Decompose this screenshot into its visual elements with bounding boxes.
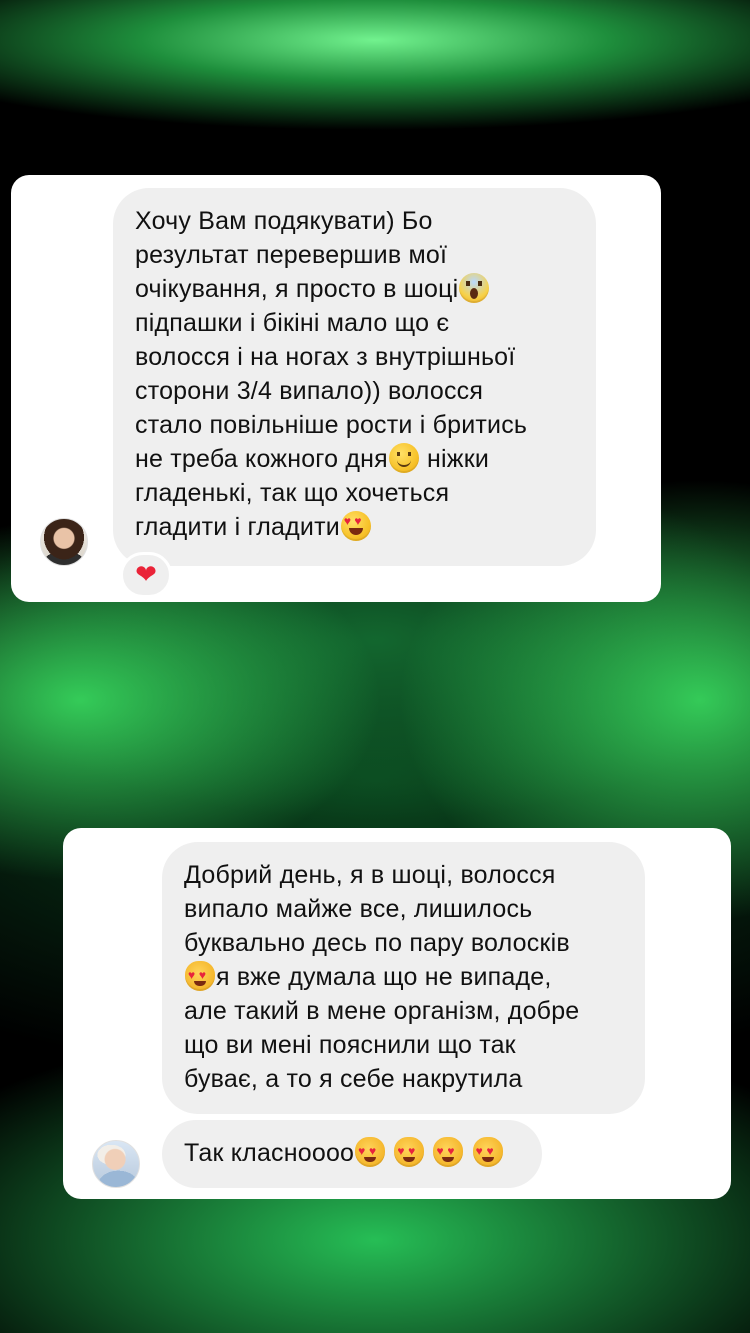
heart-eyes-cat-emoji-icon: [433, 1137, 464, 1167]
message-line: підпашки і бікіні мало що є: [135, 309, 450, 337]
heart-eyes-cat-emoji-icon: [185, 961, 215, 991]
message-line-text: Так класноооо: [184, 1139, 355, 1167]
message-line-with-emoji: не треба кожного дня ніжки: [135, 442, 576, 476]
message-line-with-emoji: Так класноооо: [184, 1136, 522, 1170]
message-line-text: не треба кожного дня: [135, 445, 388, 473]
message-line: буквально десь по пару волосків: [184, 929, 570, 957]
message-line-text: я вже думала що не випаде,: [216, 963, 552, 991]
slight-smile-emoji-icon: [388, 443, 419, 473]
message-line-text: очікування, я просто в шоці: [135, 275, 459, 303]
message-line: Добрий день, я в шоці, волосся: [184, 861, 556, 889]
message-bubble-1: Хочу Вам подякувати) Бо результат переве…: [113, 188, 596, 566]
heart-eyes-cat-emoji-icon: [472, 1137, 503, 1167]
message-line: сторони 3/4 випало)) волосся: [135, 377, 484, 405]
message-line: гладенькі, так що хочеться: [135, 479, 450, 507]
message-line: але такий в мене організм, добре: [184, 997, 580, 1025]
message-bubble-2: Добрий день, я в шоці, волосся випало ма…: [162, 842, 645, 1114]
heart-eyes-cat-emoji-icon: [394, 1137, 425, 1167]
message-line: буває, а то я себе накрутила: [184, 1065, 523, 1093]
message-line-with-emoji: очікування, я просто в шоці: [135, 272, 576, 306]
message-line-with-emoji: я вже думала що не випаде,: [184, 960, 625, 994]
message-line-text: ніжки: [427, 445, 490, 473]
message-line: що ви мені пояснили що так: [184, 1031, 516, 1059]
message-line: випало майже все, лишилось: [184, 895, 533, 923]
message-line: волосся і на ногах з внутрішньої: [135, 343, 516, 371]
message-bubble-3: Так класноооо: [162, 1120, 542, 1188]
scream-emoji-icon: [459, 273, 490, 303]
message-line: Хочу Вам подякувати) Бо: [135, 207, 433, 235]
heart-eyes-cat-emoji-icon: [355, 1137, 386, 1167]
avatar[interactable]: [40, 518, 88, 566]
avatar[interactable]: [92, 1140, 140, 1188]
message-line: стало повільніше рости і бритись: [135, 411, 528, 439]
message-line-with-emoji: гладити і гладити: [135, 510, 576, 544]
heart-eyes-emoji-icon: [340, 511, 371, 541]
message-line-text: гладити і гладити: [135, 513, 340, 541]
heart-reaction-icon[interactable]: ❤: [120, 552, 172, 598]
message-line: результат перевершив мої: [135, 241, 448, 269]
